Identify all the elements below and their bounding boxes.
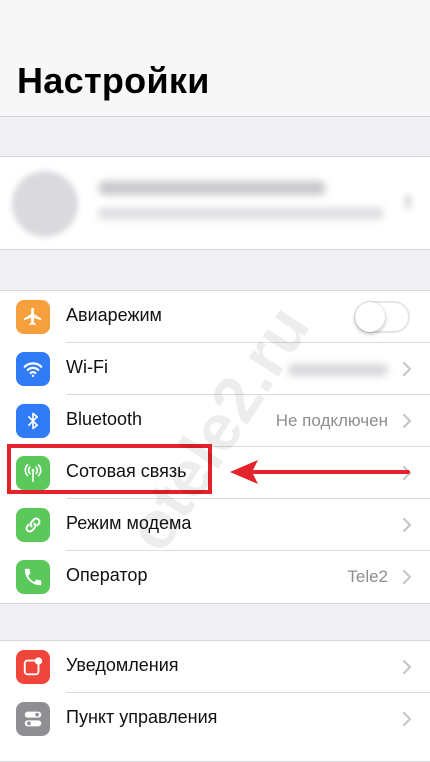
- profile-subtitle-blurred: [98, 208, 384, 219]
- settings-row-label: Wi-Fi: [66, 357, 108, 377]
- bluetooth-status-value: Не подключен: [275, 411, 388, 430]
- annotation-highlight-box: [7, 444, 212, 494]
- settings-row-wifi[interactable]: Wi-Fi: [0, 343, 430, 395]
- annotation-arrow-icon: [230, 460, 410, 484]
- toggle-knob: [355, 302, 385, 332]
- wifi-network-name-blurred: [288, 364, 388, 376]
- settings-row-label: Авиарежим: [66, 305, 162, 325]
- settings-row-label: Оператор: [66, 565, 148, 585]
- apple-id-profile-row[interactable]: [0, 156, 430, 250]
- settings-group-system: Уведомления Пункт управления: [0, 640, 430, 762]
- control-center-icon: [16, 702, 50, 736]
- bluetooth-icon: [16, 404, 50, 438]
- notifications-icon: [16, 650, 50, 684]
- settings-row-carrier[interactable]: Оператор Tele2: [0, 551, 430, 603]
- chevron-right-icon: [402, 361, 412, 377]
- settings-row-airplane-mode[interactable]: Авиарежим: [0, 291, 430, 343]
- avatar: [12, 171, 78, 237]
- hotspot-icon: [16, 508, 50, 542]
- airplane-mode-toggle[interactable]: [354, 301, 410, 333]
- chevron-right-icon: [402, 569, 412, 585]
- chevron-right-icon: [402, 711, 412, 727]
- carrier-value: Tele2: [347, 567, 388, 586]
- settings-row-personal-hotspot[interactable]: Режим модема: [0, 499, 430, 551]
- page-title: Настройки: [17, 60, 210, 101]
- settings-row-label: Bluetooth: [66, 409, 143, 429]
- wifi-icon: [16, 352, 50, 386]
- chevron-right-icon: [402, 517, 412, 533]
- chevron-right-icon: [402, 659, 412, 675]
- settings-row-notifications[interactable]: Уведомления: [0, 641, 430, 693]
- settings-row-bluetooth[interactable]: Bluetooth Не подключен: [0, 395, 430, 447]
- settings-row-label: Уведомления: [66, 655, 179, 675]
- settings-row-control-center[interactable]: Пункт управления: [0, 693, 430, 745]
- settings-row-label: Режим модема: [66, 513, 192, 533]
- phone-icon: [16, 560, 50, 594]
- airplane-icon: [16, 300, 50, 334]
- profile-name-blurred: [98, 181, 326, 195]
- settings-row-label: Пункт управления: [66, 707, 218, 727]
- title-area: Настройки: [0, 0, 430, 117]
- profile-chevron-icon: [404, 195, 412, 209]
- chevron-right-icon: [402, 413, 412, 429]
